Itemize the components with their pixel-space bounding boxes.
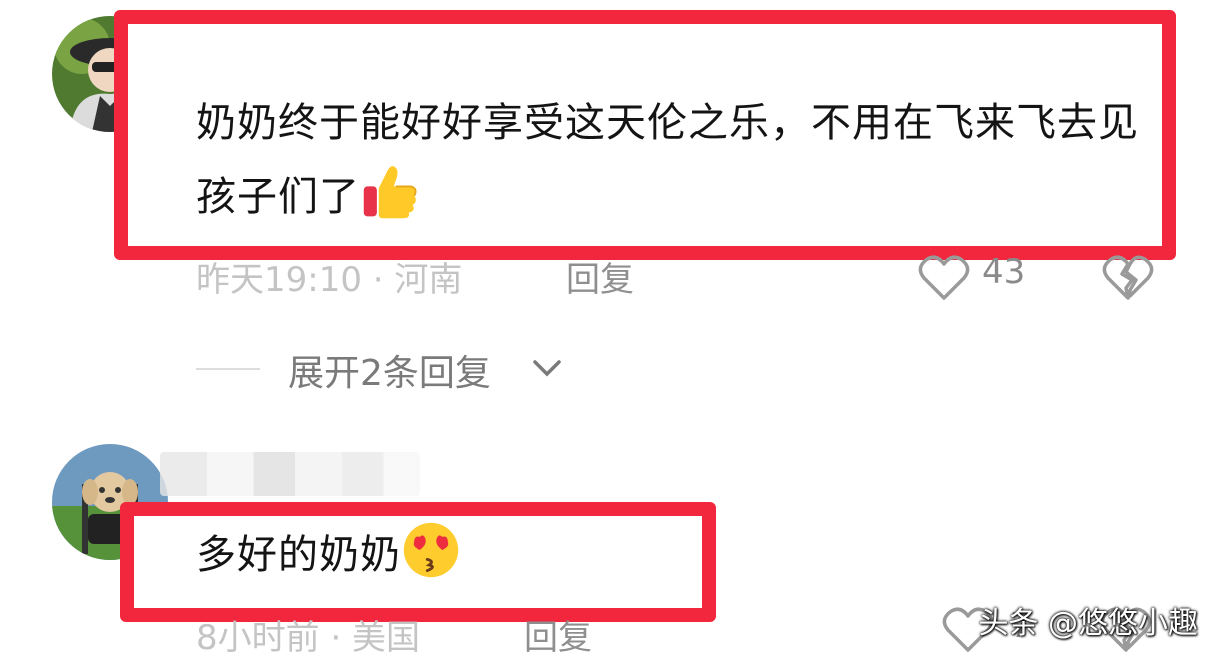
heart-eyes-kiss-icon: [401, 520, 461, 580]
reply-button[interactable]: 回复: [524, 610, 592, 655]
expand-replies-button[interactable]: 展开2条回复: [288, 344, 491, 396]
like-count: 43: [982, 252, 1026, 292]
thumbs-up-icon: [360, 162, 420, 222]
comment-text: 奶奶终于能好好享受这天伦之乐，不用在飞来飞去见孩子们了: [196, 100, 1139, 222]
comment-text: 多好的奶奶: [196, 518, 706, 592]
like-heart-icon[interactable]: [918, 254, 970, 302]
username-blurred: [160, 452, 420, 496]
expand-divider: [196, 368, 260, 370]
chevron-down-icon[interactable]: [530, 356, 564, 380]
comment-meta: 昨天19:10 · 河南: [196, 260, 463, 300]
watermark: 头条 @悠悠小趣: [978, 606, 1198, 641]
dislike-broken-heart-icon[interactable]: [1102, 254, 1154, 302]
comment-meta: 8小时前 · 美国: [196, 618, 421, 655]
reply-button[interactable]: 回复: [566, 252, 634, 301]
